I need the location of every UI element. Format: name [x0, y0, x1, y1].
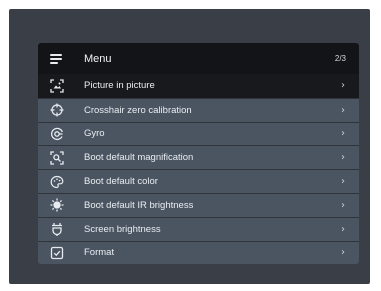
crosshair-icon: [50, 103, 64, 117]
format-icon: [50, 246, 64, 260]
chevron-right-icon: ›: [341, 80, 345, 92]
gyro-icon: [50, 127, 64, 141]
menu-item-label: Format: [84, 247, 115, 259]
chevron-right-icon: ›: [341, 223, 345, 235]
menu-item-format[interactable]: Format ›: [38, 240, 359, 265]
color-palette-icon: [50, 175, 64, 189]
menu-item-label: Boot default magnification: [84, 152, 194, 164]
chevron-right-icon: ›: [341, 176, 345, 188]
chevron-right-icon: ›: [341, 104, 345, 116]
screen-brightness-icon: [50, 222, 64, 237]
menu-header: Menu 2/3: [38, 43, 359, 74]
menu-item-label: Boot default IR brightness: [84, 199, 194, 211]
menu-item-picture-in-picture[interactable]: Picture in picture ›: [38, 74, 359, 98]
menu-item-boot-default-color[interactable]: Boot default color ›: [38, 169, 359, 193]
ir-brightness-icon: [50, 198, 64, 212]
menu-item-label: Picture in picture: [84, 80, 155, 92]
menu-item-label: Boot default color: [84, 176, 158, 188]
picture-in-picture-icon: [50, 79, 64, 93]
menu-item-crosshair-zero-calibration[interactable]: Crosshair zero calibration ›: [38, 97, 359, 122]
chevron-right-icon: ›: [341, 152, 345, 164]
menu-list-icon: [50, 53, 62, 64]
chevron-right-icon: ›: [341, 199, 345, 211]
menu-item-gyro[interactable]: Gyro ›: [38, 121, 359, 146]
magnification-icon: [50, 151, 64, 165]
menu-title: Menu: [84, 52, 112, 65]
menu-item-screen-brightness[interactable]: Screen brightness ›: [38, 216, 359, 241]
page-indicator: 2/3: [334, 54, 346, 63]
menu-item-label: Crosshair zero calibration: [84, 104, 192, 116]
menu-item-boot-default-magnification[interactable]: Boot default magnification ›: [38, 145, 359, 170]
device-screen: Menu 2/3 Picture in picture › Crosshair …: [9, 9, 370, 284]
menu-item-label: Screen brightness: [84, 223, 161, 235]
chevron-right-icon: ›: [341, 128, 345, 140]
menu-item-label: Gyro: [84, 128, 105, 140]
menu-item-boot-default-ir-brightness[interactable]: Boot default IR brightness ›: [38, 192, 359, 217]
settings-menu: Menu 2/3 Picture in picture › Crosshair …: [38, 43, 359, 265]
chevron-right-icon: ›: [341, 247, 345, 259]
